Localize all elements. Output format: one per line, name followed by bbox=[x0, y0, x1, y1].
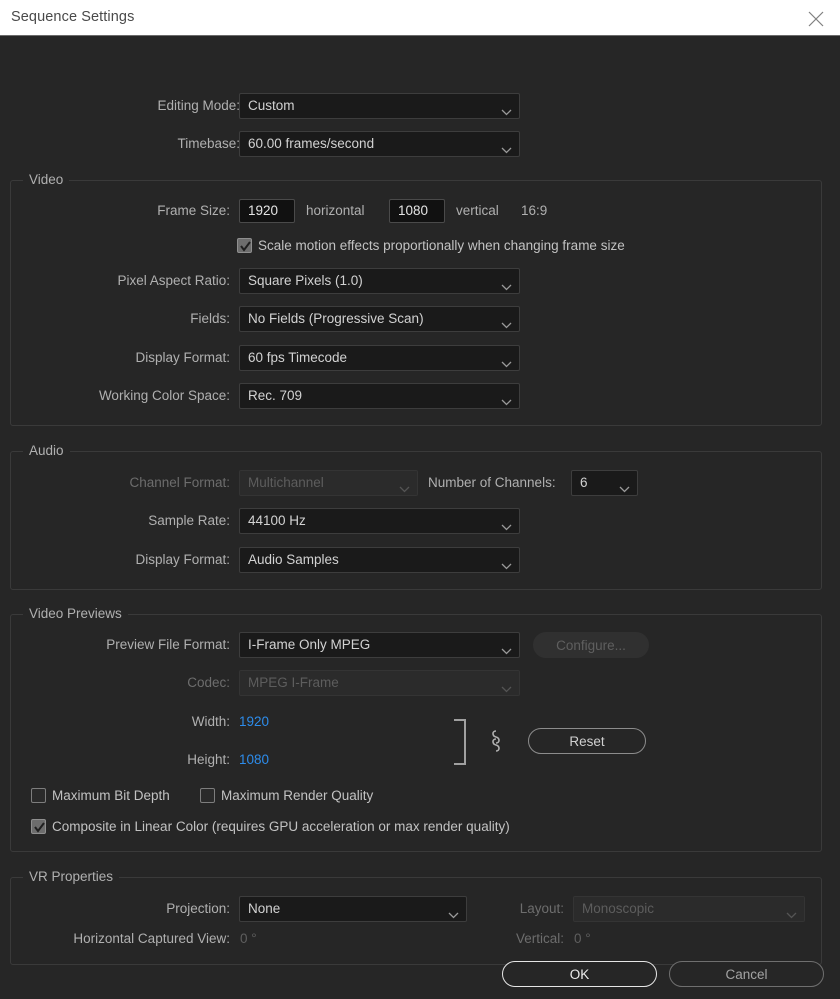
checkbox-unchecked-icon bbox=[31, 788, 46, 803]
dialog-titlebar: Sequence Settings bbox=[0, 0, 840, 36]
channel-format-dropdown: Multichannel bbox=[239, 470, 418, 496]
working-color-space-label: Working Color Space: bbox=[98, 388, 230, 403]
preview-file-format-dropdown[interactable]: I-Frame Only MPEG bbox=[239, 632, 520, 658]
sample-rate-value: 44100 Hz bbox=[248, 513, 306, 528]
max-render-quality-label: Maximum Render Quality bbox=[221, 788, 374, 803]
checkbox-unchecked-icon bbox=[200, 788, 215, 803]
aspect-ratio-text: 16:9 bbox=[521, 203, 548, 218]
working-color-space-dropdown[interactable]: Rec. 709 bbox=[239, 383, 520, 409]
editing-mode-value: Custom bbox=[248, 98, 295, 113]
projection-label: Projection: bbox=[166, 901, 230, 916]
chevron-down-icon bbox=[501, 518, 512, 536]
audio-display-format-dropdown[interactable]: Audio Samples bbox=[239, 547, 520, 573]
editing-mode-dropdown[interactable]: Custom bbox=[239, 93, 520, 119]
fields-label: Fields: bbox=[190, 311, 230, 326]
max-bit-depth-label: Maximum Bit Depth bbox=[52, 788, 170, 803]
number-of-channels-dropdown[interactable]: 6 bbox=[571, 470, 638, 496]
horizontal-captured-view-value: 0 ° bbox=[240, 931, 257, 946]
timebase-label: Timebase: bbox=[177, 136, 240, 151]
projection-dropdown[interactable]: None bbox=[239, 896, 467, 922]
chevron-down-icon bbox=[501, 316, 512, 334]
frame-size-label: Frame Size: bbox=[157, 203, 230, 218]
ok-button[interactable]: OK bbox=[502, 961, 657, 987]
preview-width-label: Width: bbox=[191, 714, 230, 729]
dialog-body: Editing Mode: Custom Timebase: 60.00 fra… bbox=[0, 37, 840, 999]
audio-display-format-value: Audio Samples bbox=[248, 552, 339, 567]
composite-linear-color-label: Composite in Linear Color (requires GPU … bbox=[52, 819, 510, 834]
chevron-down-icon bbox=[786, 906, 797, 924]
working-color-space-value: Rec. 709 bbox=[248, 388, 303, 403]
editing-mode-label: Editing Mode: bbox=[157, 98, 240, 113]
codec-dropdown: MPEG I-Frame bbox=[239, 670, 520, 696]
vertical-captured-value: 0 ° bbox=[574, 931, 591, 946]
chevron-down-icon bbox=[501, 103, 512, 121]
chevron-down-icon bbox=[501, 278, 512, 296]
frame-height-value: 1080 bbox=[398, 203, 429, 218]
vr-properties-group-legend: VR Properties bbox=[23, 869, 120, 884]
chevron-down-icon bbox=[399, 480, 410, 498]
dialog-title: Sequence Settings bbox=[11, 9, 135, 25]
fields-value: No Fields (Progressive Scan) bbox=[248, 311, 424, 326]
frame-height-input[interactable]: 1080 bbox=[389, 199, 445, 223]
reset-button[interactable]: Reset bbox=[528, 728, 646, 754]
preview-height-value[interactable]: 1080 bbox=[239, 747, 269, 773]
vertical-captured-label: Vertical: bbox=[515, 931, 564, 946]
codec-label: Codec: bbox=[187, 675, 230, 690]
video-display-format-label: Display Format: bbox=[135, 350, 230, 365]
fields-dropdown[interactable]: No Fields (Progressive Scan) bbox=[239, 306, 520, 332]
chevron-down-icon bbox=[501, 141, 512, 159]
number-of-channels-value: 6 bbox=[580, 475, 588, 490]
checkbox-checked-icon bbox=[31, 819, 46, 834]
cancel-button[interactable]: Cancel bbox=[669, 961, 824, 987]
frame-width-value: 1920 bbox=[248, 203, 279, 218]
timebase-value: 60.00 frames/second bbox=[248, 136, 375, 151]
layout-dropdown: Monoscopic bbox=[573, 896, 805, 922]
video-display-format-dropdown[interactable]: 60 fps Timecode bbox=[239, 345, 520, 371]
chevron-down-icon bbox=[501, 642, 512, 660]
channel-format-value: Multichannel bbox=[248, 475, 324, 490]
horizontal-captured-view-label: Horizontal Captured View: bbox=[73, 931, 230, 946]
chevron-down-icon bbox=[501, 680, 512, 698]
link-bracket-icon bbox=[453, 719, 471, 770]
video-group-legend: Video bbox=[23, 172, 70, 187]
sample-rate-label: Sample Rate: bbox=[148, 513, 230, 528]
channel-format-label: Channel Format: bbox=[129, 475, 230, 490]
audio-group-legend: Audio bbox=[23, 443, 70, 458]
pixel-aspect-label: Pixel Aspect Ratio: bbox=[117, 273, 230, 288]
preview-width-value[interactable]: 1920 bbox=[239, 709, 269, 735]
sample-rate-dropdown[interactable]: 44100 Hz bbox=[239, 508, 520, 534]
horizontal-label: horizontal bbox=[306, 203, 365, 218]
vertical-label: vertical bbox=[456, 203, 499, 218]
layout-label: Layout: bbox=[519, 901, 564, 916]
timebase-dropdown[interactable]: 60.00 frames/second bbox=[239, 131, 520, 157]
preview-file-format-label: Preview File Format: bbox=[106, 637, 230, 652]
checkbox-checked-icon bbox=[237, 238, 252, 253]
close-button[interactable] bbox=[796, 0, 836, 35]
scale-motion-label: Scale motion effects proportionally when… bbox=[258, 238, 625, 253]
chevron-down-icon bbox=[619, 480, 630, 498]
layout-value: Monoscopic bbox=[582, 901, 655, 916]
frame-width-input[interactable]: 1920 bbox=[239, 199, 295, 223]
pixel-aspect-value: Square Pixels (1.0) bbox=[248, 273, 363, 288]
chain-link-icon[interactable] bbox=[488, 728, 504, 759]
projection-value: None bbox=[248, 901, 281, 916]
pixel-aspect-dropdown[interactable]: Square Pixels (1.0) bbox=[239, 268, 520, 294]
audio-display-format-label: Display Format: bbox=[135, 552, 230, 567]
video-display-format-value: 60 fps Timecode bbox=[248, 350, 348, 365]
chevron-down-icon bbox=[501, 393, 512, 411]
video-previews-group-legend: Video Previews bbox=[23, 606, 128, 621]
preview-file-format-value: I-Frame Only MPEG bbox=[248, 637, 371, 652]
chevron-down-icon bbox=[501, 557, 512, 575]
preview-height-label: Height: bbox=[187, 752, 230, 767]
chevron-down-icon bbox=[501, 355, 512, 373]
codec-value: MPEG I-Frame bbox=[248, 675, 339, 690]
configure-button: Configure... bbox=[533, 632, 649, 658]
number-of-channels-label: Number of Channels: bbox=[428, 475, 556, 490]
